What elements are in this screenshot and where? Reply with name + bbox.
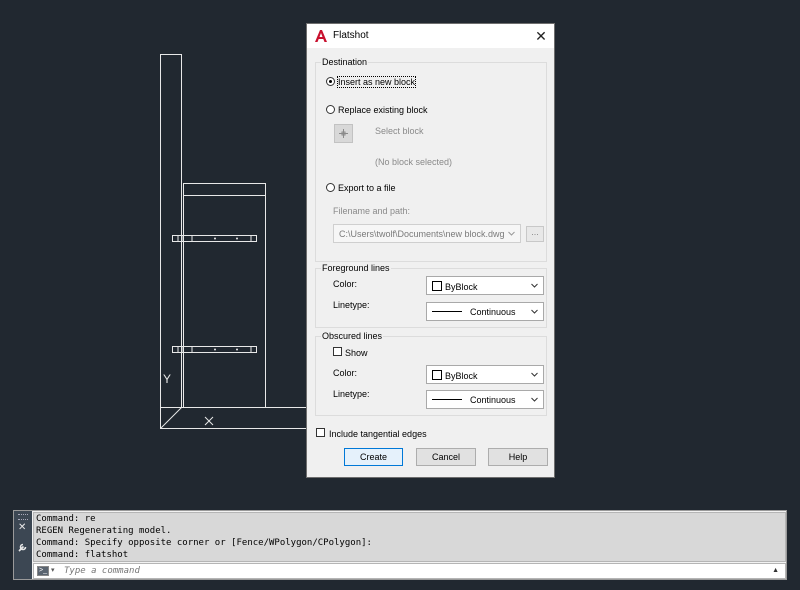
create-button[interactable]: Create xyxy=(344,448,403,466)
chevron-down-icon xyxy=(531,283,538,288)
obscured-color-label: Color: xyxy=(333,368,358,378)
command-placeholder: Type a command xyxy=(64,566,140,576)
obscured-linetype-label: Linetype: xyxy=(333,389,370,399)
foreground-color-select[interactable]: ByBlock xyxy=(426,276,544,295)
scroll-up-icon[interactable]: ▲ xyxy=(772,567,779,574)
chevron-down-icon xyxy=(531,309,538,314)
foreground-linetype-label: Linetype: xyxy=(333,300,370,310)
destination-label: Destination xyxy=(321,57,369,67)
dialog-titlebar[interactable]: Flatshot ✕ xyxy=(307,24,554,48)
foreground-linetype-select[interactable]: Continuous xyxy=(426,302,544,321)
obscured-linetype-select[interactable]: Continuous xyxy=(426,390,544,409)
close-icon[interactable]: ✕ xyxy=(18,522,26,533)
command-history: Command: re REGEN Regenerating model. Co… xyxy=(33,512,786,562)
replace-existing-radio[interactable] xyxy=(326,105,335,114)
obscured-lines-label: Obscured lines xyxy=(321,331,384,341)
grip-handle-icon[interactable] xyxy=(18,514,28,520)
foreground-color-value: ByBlock xyxy=(445,282,478,292)
obscured-color-value: ByBlock xyxy=(445,371,478,381)
axis-y-label: Y xyxy=(163,372,172,386)
chevron-down-icon xyxy=(531,397,538,402)
close-icon[interactable]: ✕ xyxy=(532,27,550,45)
color-swatch xyxy=(432,281,442,291)
help-button[interactable]: Help xyxy=(488,448,548,466)
foreground-linetype-value: Continuous xyxy=(470,307,516,317)
linetype-preview xyxy=(432,311,462,312)
command-panel-sidebar: ✕ xyxy=(14,511,32,579)
replace-existing-label[interactable]: Replace existing block xyxy=(338,105,428,115)
autocad-logo-icon xyxy=(315,30,327,42)
history-line: Command: re xyxy=(36,514,96,524)
chevron-down-icon xyxy=(508,231,515,236)
filename-path-label: Filename and path: xyxy=(333,206,411,216)
foreground-color-label: Color: xyxy=(333,279,358,289)
history-line: REGEN Regenerating model. xyxy=(36,526,172,536)
chevron-down-icon[interactable]: ▾ xyxy=(51,566,55,574)
cancel-button[interactable]: Cancel xyxy=(416,448,476,466)
no-block-selected-text: (No block selected) xyxy=(375,157,453,167)
command-line-panel: ✕ Command: re REGEN Regenerating model. … xyxy=(13,510,787,580)
chevron-down-icon xyxy=(531,372,538,377)
insert-new-label[interactable]: Insert as new block xyxy=(336,76,417,88)
filename-path-combo[interactable]: C:\Users\twolf\Documents\new block.dwg xyxy=(333,224,521,243)
show-obscured-checkbox[interactable] xyxy=(333,347,342,356)
select-block-button[interactable] xyxy=(334,124,353,143)
export-file-label[interactable]: Export to a file xyxy=(338,183,396,193)
browse-button[interactable]: ... xyxy=(526,226,544,242)
linetype-preview xyxy=(432,399,462,400)
include-tangential-checkbox[interactable] xyxy=(316,428,325,437)
history-line: Command: Specify opposite corner or [Fen… xyxy=(36,538,372,548)
command-prompt-icon[interactable]: >_ xyxy=(37,566,49,576)
show-obscured-label[interactable]: Show xyxy=(345,348,368,358)
foreground-lines-label: Foreground lines xyxy=(321,263,391,273)
obscured-color-select[interactable]: ByBlock xyxy=(426,365,544,384)
color-swatch xyxy=(432,370,442,380)
select-block-label: Select block xyxy=(375,126,424,136)
wrench-icon[interactable] xyxy=(17,541,29,553)
export-file-radio[interactable] xyxy=(326,183,335,192)
filename-path-value: C:\Users\twolf\Documents\new block.dwg xyxy=(339,229,505,239)
obscured-linetype-value: Continuous xyxy=(470,395,516,405)
history-line: Command: flatshot xyxy=(36,550,129,560)
dialog-title: Flatshot xyxy=(333,30,369,41)
include-tangential-label[interactable]: Include tangential edges xyxy=(329,429,427,439)
crosshair-icon xyxy=(339,129,348,138)
insert-new-radio[interactable] xyxy=(326,77,335,86)
command-input[interactable]: >_ ▾ Type a command ▲ xyxy=(33,563,786,579)
